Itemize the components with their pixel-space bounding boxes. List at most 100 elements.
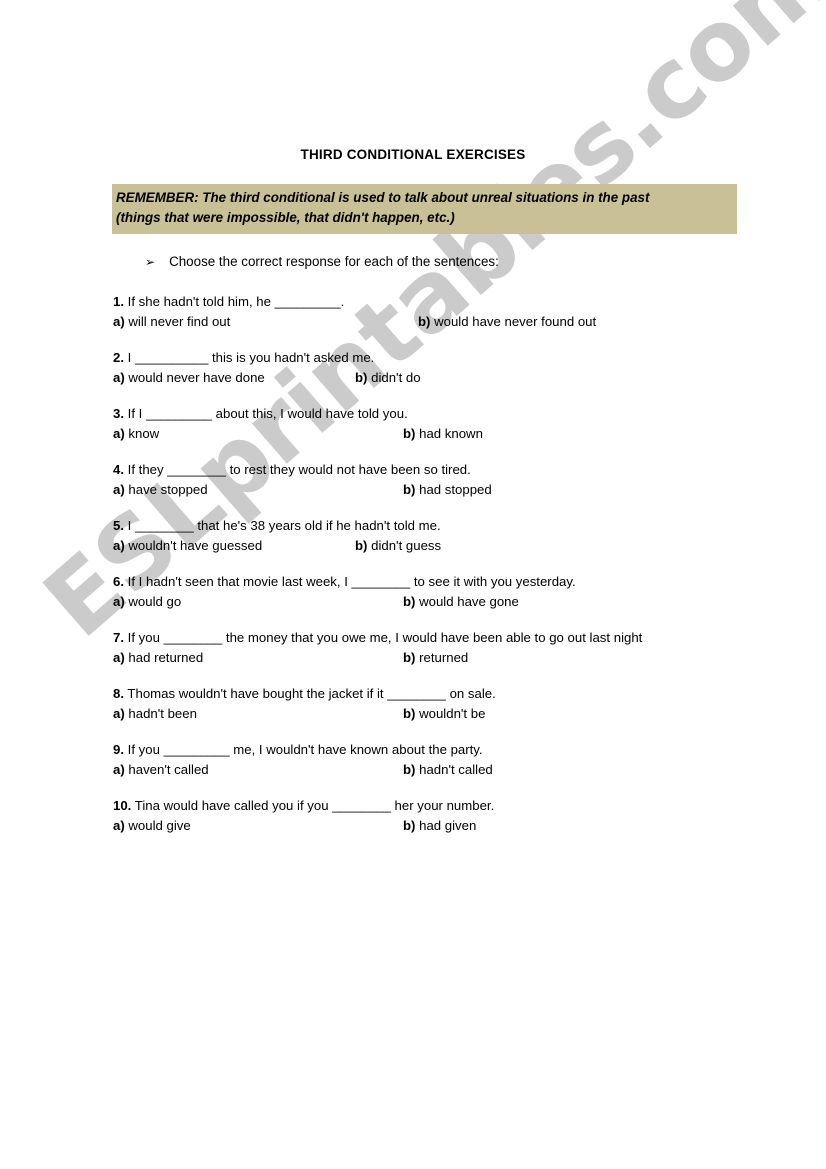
option-a[interactable]: a) had returned: [113, 648, 203, 667]
arrow-bullet-icon: ➢: [145, 255, 156, 269]
question-number: 5.: [113, 518, 124, 533]
option-b[interactable]: b) didn't guess: [355, 536, 441, 555]
question-text: If she hadn't told him, he _________.: [124, 294, 345, 309]
question-number: 4.: [113, 462, 124, 477]
option-a-text: wouldn't have guessed: [124, 538, 263, 553]
question-item: 4. If they ________ to rest they would n…: [113, 460, 737, 499]
question-text: If I hadn't seen that movie last week, I…: [124, 574, 576, 589]
option-b-text: didn't guess: [367, 538, 442, 553]
instruction-row: ➢ Choose the correct response for each o…: [145, 254, 499, 269]
option-b[interactable]: b) returned: [403, 648, 468, 667]
question-number: 7.: [113, 630, 124, 645]
option-b-letter: b): [403, 706, 416, 721]
option-b-letter: b): [403, 762, 416, 777]
remember-callout: REMEMBER: The third conditional is used …: [112, 184, 737, 234]
question-options: a) would go b) would have gone: [113, 592, 737, 611]
option-a-text: hadn't been: [124, 706, 197, 721]
questions-list: 1. If she hadn't told him, he _________.…: [113, 292, 737, 835]
option-a-letter: a): [113, 650, 125, 665]
option-a-text: had returned: [124, 650, 204, 665]
question-text: If they ________ to rest they would not …: [124, 462, 471, 477]
page-title: THIRD CONDITIONAL EXERCISES: [300, 147, 526, 162]
option-b-letter: b): [403, 482, 416, 497]
question-number: 2.: [113, 350, 124, 365]
question-item: 1. If she hadn't told him, he _________.…: [113, 292, 737, 331]
option-a-text: would give: [124, 818, 191, 833]
question-item: 10. Tina would have called you if you __…: [113, 796, 737, 835]
option-a-text: will never find out: [124, 314, 231, 329]
option-a-letter: a): [113, 818, 125, 833]
option-a-letter: a): [113, 594, 125, 609]
question-prompt: 10. Tina would have called you if you __…: [113, 796, 737, 815]
question-item: 7. If you ________ the money that you ow…: [113, 628, 737, 667]
question-text: If you _________ me, I wouldn't have kno…: [124, 742, 483, 757]
question-number: 6.: [113, 574, 124, 589]
option-a-letter: a): [113, 370, 125, 385]
option-a-letter: a): [113, 762, 125, 777]
option-a[interactable]: a) haven't called: [113, 760, 209, 779]
option-a-letter: a): [113, 706, 125, 721]
option-b-letter: b): [355, 370, 368, 385]
option-b[interactable]: b) would have gone: [403, 592, 519, 611]
option-b-text: had given: [415, 818, 477, 833]
question-number: 9.: [113, 742, 124, 757]
option-a-text: know: [124, 426, 160, 441]
option-a-text: have stopped: [124, 482, 208, 497]
option-b-text: had known: [415, 426, 483, 441]
option-b[interactable]: b) wouldn't be: [403, 704, 485, 723]
option-b-letter: b): [355, 538, 368, 553]
option-a[interactable]: a) would give: [113, 816, 191, 835]
option-b-text: would have gone: [415, 594, 519, 609]
question-item: 3. If I _________ about this, I would ha…: [113, 404, 737, 443]
option-b-text: didn't do: [367, 370, 421, 385]
question-options: a) have stopped b) had stopped: [113, 480, 737, 499]
option-b-text: wouldn't be: [415, 706, 486, 721]
question-options: a) haven't called b) hadn't called: [113, 760, 737, 779]
remember-line-1: REMEMBER: The third conditional is used …: [116, 190, 650, 205]
question-prompt: 3. If I _________ about this, I would ha…: [113, 404, 737, 423]
question-item: 5. I ________ that he's 38 years old if …: [113, 516, 737, 555]
option-b[interactable]: b) had given: [403, 816, 476, 835]
question-options: a) will never find out b) would have neve…: [113, 312, 737, 331]
option-a-letter: a): [113, 426, 125, 441]
option-b[interactable]: b) would have never found out: [418, 312, 596, 331]
question-prompt: 4. If they ________ to rest they would n…: [113, 460, 737, 479]
option-b-text: returned: [415, 650, 469, 665]
option-a[interactable]: a) will never find out: [113, 312, 230, 331]
option-a-text: would go: [124, 594, 182, 609]
option-b-letter: b): [403, 426, 416, 441]
question-number: 3.: [113, 406, 124, 421]
question-number: 8.: [113, 686, 124, 701]
question-options: a) would give b) had given: [113, 816, 737, 835]
question-number: 10.: [113, 798, 132, 813]
instruction-text: Choose the correct response for each of …: [169, 254, 499, 269]
question-prompt: 9. If you _________ me, I wouldn't have …: [113, 740, 737, 759]
option-b[interactable]: b) had known: [403, 424, 483, 443]
option-a[interactable]: a) hadn't been: [113, 704, 197, 723]
option-a-letter: a): [113, 482, 125, 497]
option-b[interactable]: b) didn't do: [355, 368, 421, 387]
option-b[interactable]: b) hadn't called: [403, 760, 493, 779]
question-prompt: 6. If I hadn't seen that movie last week…: [113, 572, 737, 591]
question-number: 1.: [113, 294, 124, 309]
question-options: a) wouldn't have guessed b) didn't guess: [113, 536, 737, 555]
question-text: If you ________ the money that you owe m…: [124, 630, 643, 645]
option-b-letter: b): [403, 818, 416, 833]
question-text: Tina would have called you if you ______…: [131, 798, 495, 813]
question-text: If I _________ about this, I would have …: [124, 406, 408, 421]
option-a[interactable]: a) would never have done: [113, 368, 265, 387]
question-prompt: 2. I __________ this is you hadn't asked…: [113, 348, 737, 367]
question-text: Thomas wouldn't have bought the jacket i…: [124, 686, 496, 701]
option-b-text: would have never found out: [430, 314, 597, 329]
option-a[interactable]: a) have stopped: [113, 480, 208, 499]
option-a[interactable]: a) would go: [113, 592, 181, 611]
option-b[interactable]: b) had stopped: [403, 480, 492, 499]
question-text: I ________ that he's 38 years old if he …: [124, 518, 441, 533]
question-options: a) would never have done b) didn't do: [113, 368, 737, 387]
question-options: a) hadn't been b) wouldn't be: [113, 704, 737, 723]
option-a-text: would never have done: [124, 370, 265, 385]
option-b-letter: b): [418, 314, 431, 329]
option-a[interactable]: a) know: [113, 424, 159, 443]
question-item: 8. Thomas wouldn't have bought the jacke…: [113, 684, 737, 723]
option-a[interactable]: a) wouldn't have guessed: [113, 536, 262, 555]
